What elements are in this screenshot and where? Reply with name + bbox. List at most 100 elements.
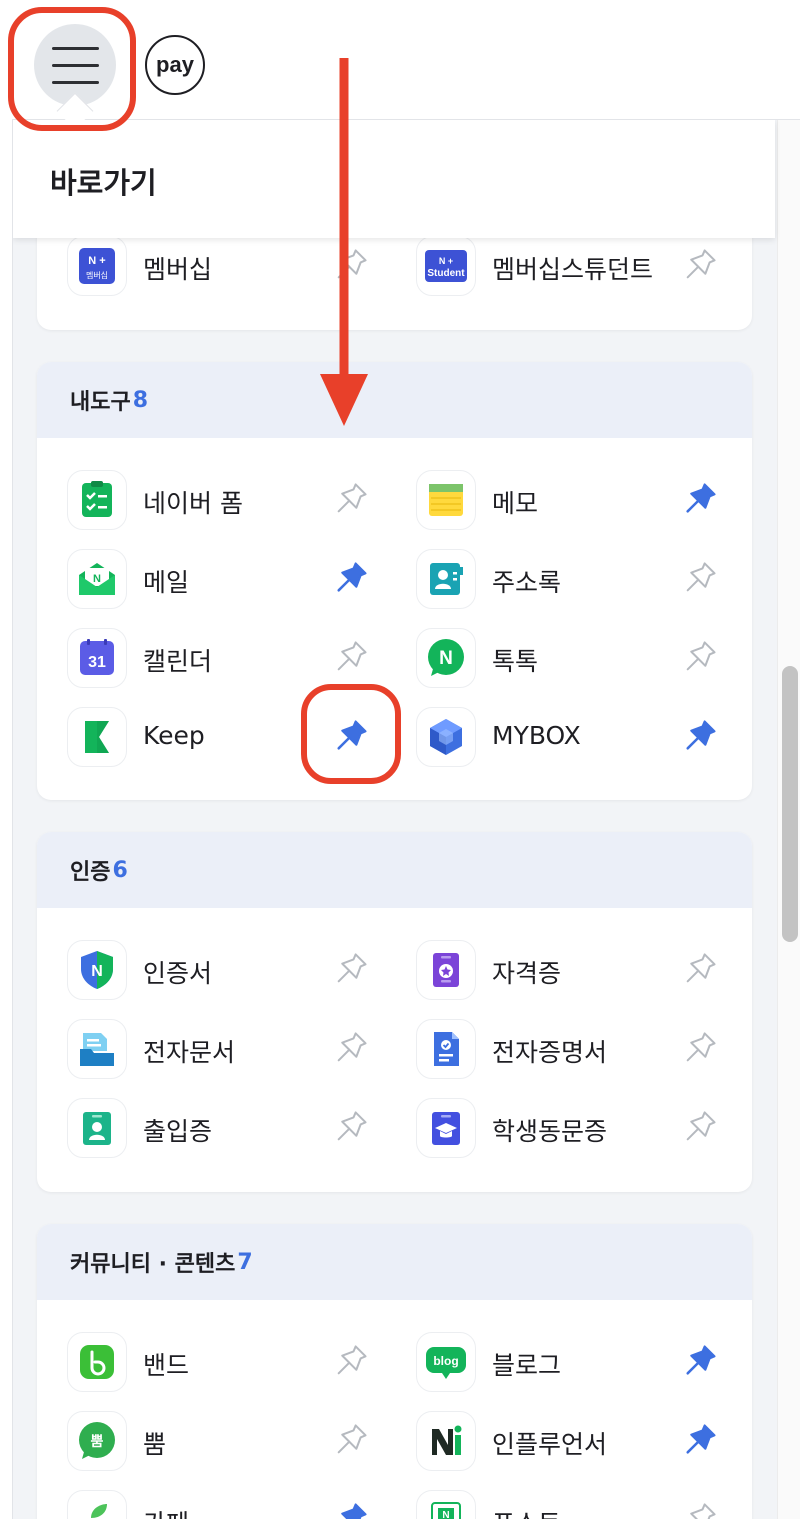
pin-filled-icon[interactable] — [679, 1421, 719, 1461]
section-header: 커뮤니티 · 콘텐츠 7 — [37, 1224, 752, 1300]
row: N + 멤버십 멤버십 N + Student 멤버십스튜던트 — [37, 236, 752, 315]
shortcut-item[interactable]: 전자문서 — [67, 1019, 407, 1081]
shortcut-item[interactable]: N + Student 멤버십스튜던트 — [416, 236, 752, 298]
pin-outline-icon[interactable] — [330, 1421, 370, 1461]
pin-outline-icon[interactable] — [330, 638, 370, 678]
pin-filled-icon[interactable] — [330, 717, 370, 757]
shortcut-item[interactable]: 출입증 — [67, 1098, 407, 1160]
band-icon — [67, 1332, 127, 1392]
pin-outline-icon[interactable] — [679, 1108, 719, 1148]
pin-outline-icon[interactable] — [679, 638, 719, 678]
shortcut-item[interactable]: 31 캘린더 — [67, 628, 407, 690]
item-label: 밴드 — [143, 1351, 190, 1380]
pin-outline-icon[interactable] — [330, 246, 370, 286]
shortcut-item[interactable]: 네이버 폼 — [67, 470, 407, 532]
shortcut-item[interactable]: N + 멤버십 멤버십 — [67, 236, 407, 298]
item-label: 캘린더 — [143, 647, 213, 676]
pin-outline-icon[interactable] — [679, 246, 719, 286]
section-header: 인증 6 — [37, 832, 752, 908]
item-label: 주소록 — [492, 568, 562, 597]
shortcut-item[interactable]: 학생동문증 — [416, 1098, 752, 1160]
item-label: 전자증명서 — [492, 1038, 608, 1067]
pay-button[interactable]: pay — [145, 35, 205, 95]
item-label: 학생동문증 — [492, 1117, 608, 1146]
tools-card: 내도구 8 네이버 폼 메모 N 메일 주소록 31 캘린더 N 톡톡 Keep… — [37, 362, 752, 800]
memo-icon — [416, 470, 476, 530]
menu-bar — [52, 47, 99, 50]
shortcut-item[interactable]: 카페 — [67, 1490, 407, 1519]
pin-outline-icon[interactable] — [330, 1108, 370, 1148]
pin-filled-icon[interactable] — [679, 717, 719, 757]
pin-filled-icon[interactable] — [679, 1342, 719, 1382]
pin-outline-icon[interactable] — [330, 1342, 370, 1382]
e-document-icon — [67, 1019, 127, 1079]
shortcut-item[interactable]: N 톡톡 — [416, 628, 752, 690]
svg-text:31: 31 — [88, 654, 106, 671]
shortcut-item[interactable]: 뿜 뿜 — [67, 1411, 407, 1473]
menu-bar — [52, 64, 99, 67]
shortcut-item[interactable]: 밴드 — [67, 1332, 407, 1394]
item-label: 멤버십스튜던트 — [492, 255, 654, 284]
pin-filled-icon[interactable] — [330, 559, 370, 599]
pin-filled-icon[interactable] — [679, 480, 719, 520]
membership-student-icon: N + Student — [416, 236, 476, 296]
item-label: MYBOX — [492, 721, 581, 750]
section-title: 커뮤니티 · 콘텐츠 — [70, 1252, 236, 1277]
pin-outline-icon[interactable] — [679, 559, 719, 599]
shortcut-item[interactable]: Keep — [67, 707, 407, 769]
item-label: 전자문서 — [143, 1038, 236, 1067]
pin-outline-icon[interactable] — [679, 1500, 719, 1519]
menu-bar — [52, 81, 99, 84]
pin-outline-icon[interactable] — [330, 950, 370, 990]
section-count: 6 — [112, 857, 128, 883]
row: 카페 N 포스트 — [37, 1490, 752, 1519]
section-header: 내도구 8 — [37, 362, 752, 438]
section-title: 인증 — [70, 860, 111, 885]
access-pass-icon — [67, 1098, 127, 1158]
shortcut-item[interactable]: N 인증서 — [67, 940, 407, 1002]
student-alumni-id-icon — [416, 1098, 476, 1158]
keep-icon — [67, 707, 127, 767]
shortcut-item[interactable]: 전자증명서 — [416, 1019, 752, 1081]
row: 전자문서 전자증명서 — [37, 1019, 752, 1098]
shortcut-item[interactable]: N 메일 — [67, 549, 407, 611]
item-label: 블로그 — [492, 1351, 562, 1380]
shortcut-item[interactable]: 주소록 — [416, 549, 752, 611]
pin-outline-icon[interactable] — [679, 1029, 719, 1069]
svg-text:뿜: 뿜 — [91, 1434, 104, 1450]
row: N 인증서 자격증 — [37, 940, 752, 1019]
row: 출입증 학생동문증 — [37, 1098, 752, 1177]
pin-outline-icon[interactable] — [330, 1029, 370, 1069]
shortcut-item[interactable]: 인플루언서 — [416, 1411, 752, 1473]
pin-outline-icon[interactable] — [679, 950, 719, 990]
shortcut-item[interactable]: blog 블로그 — [416, 1332, 752, 1394]
row: Keep MYBOX — [37, 707, 752, 786]
pin-filled-icon[interactable] — [330, 1500, 370, 1519]
section-count: 8 — [132, 387, 149, 413]
row: 네이버 폼 메모 — [37, 470, 752, 549]
svg-text:Student: Student — [427, 268, 465, 279]
item-label: 카페 — [143, 1504, 189, 1519]
scrollbar-thumb[interactable] — [782, 666, 798, 942]
contacts-icon — [416, 549, 476, 609]
pin-outline-icon[interactable] — [330, 480, 370, 520]
section-title: 내도구 — [70, 390, 131, 415]
membership-icon: N + 멤버십 — [67, 236, 127, 296]
svg-text:N +: N + — [88, 255, 105, 267]
shortcut-item[interactable]: MYBOX — [416, 707, 752, 769]
svg-text:N: N — [93, 573, 101, 585]
shortcut-item[interactable]: N 포스트 — [416, 1490, 752, 1519]
license-icon — [416, 940, 476, 1000]
svg-text:N +: N + — [439, 256, 453, 266]
shortcut-item[interactable]: 자격증 — [416, 940, 752, 1002]
svg-text:N: N — [442, 1510, 449, 1519]
item-label: 네이버 폼 — [143, 489, 243, 518]
panel-header: 바로가기 — [13, 120, 775, 238]
item-label: 뿜 — [143, 1430, 167, 1459]
post-icon: N — [416, 1490, 476, 1519]
svg-text:멤버십: 멤버십 — [86, 270, 108, 280]
shortcut-panel: 바로가기 N + 멤버십 멤버십 N + Student 멤버십스튜던트 내도구… — [12, 119, 800, 1519]
shortcut-item[interactable]: 메모 — [416, 470, 752, 532]
svg-text:N: N — [91, 963, 103, 980]
e-certificate-icon — [416, 1019, 476, 1079]
